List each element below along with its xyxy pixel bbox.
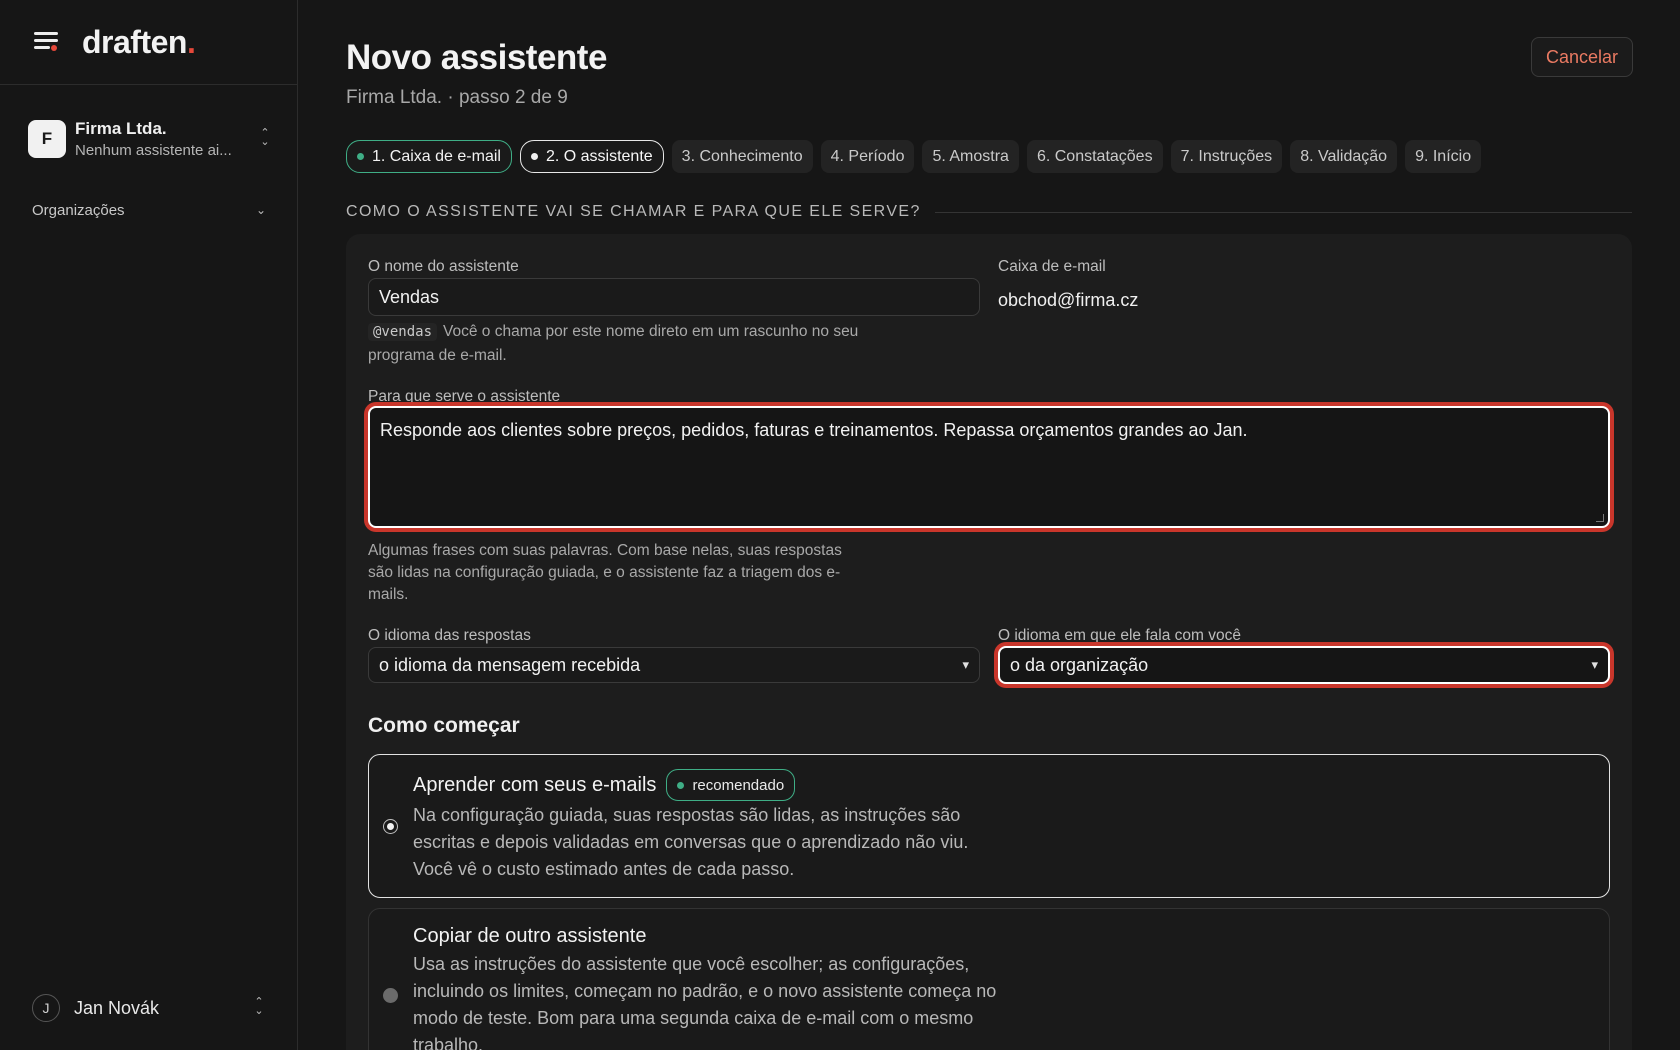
chevron-down-icon: ▾ <box>962 657 969 672</box>
step-4[interactable]: 4. Período <box>820 140 915 173</box>
option-title: Copiar de outro assistente <box>413 925 647 947</box>
sidebar-item-label: Organizações <box>32 201 125 219</box>
sidebar-item-organizations[interactable]: Organizações ⌄ <box>32 198 266 222</box>
talk-language-label: O idioma em que ele fala com você <box>998 627 1241 644</box>
step-9[interactable]: 9. Início <box>1405 140 1482 173</box>
cancel-button[interactable]: Cancelar <box>1530 37 1633 77</box>
org-subtitle: Nenhum assistente ai... <box>75 142 232 159</box>
brand-logo[interactable]: draften. <box>82 24 196 61</box>
chevron-down-icon: ▾ <box>1591 657 1598 672</box>
step-label: 8. Validação <box>1300 147 1388 165</box>
step-label: 3. Conhecimento <box>681 147 803 165</box>
recommended-badge: recomendado <box>666 769 796 801</box>
purpose-label: Para que serve o assistente <box>368 388 561 405</box>
step-2[interactable]: 2. O assistente <box>519 140 664 173</box>
chevron-down-icon: ⌄ <box>255 203 266 217</box>
step-status-dot-icon <box>357 153 364 160</box>
organization-switcher[interactable]: F Firma Ltda. Nenhum assistente ai... ⌃ ⌄ <box>28 114 272 164</box>
name-label: O nome do assistente <box>368 258 519 275</box>
option-learn[interactable]: Aprender com seus e-mails recomendado Na… <box>368 754 1610 898</box>
step-6[interactable]: 6. Constatações <box>1026 140 1163 173</box>
page-title: Novo assistente <box>346 38 607 77</box>
reply-language-label: O idioma das respostas <box>368 627 531 644</box>
handle-code: @vendas <box>368 323 438 341</box>
step-label: 2. O assistente <box>545 147 653 165</box>
section-header: COMO O ASSISTENTE VAI SE CHAMAR E PARA Q… <box>346 203 1632 221</box>
form-card: O nome do assistente Vendas @vendas Você … <box>346 234 1632 1050</box>
mailbox-value: obchod@firma.cz <box>998 290 1139 310</box>
name-help: @vendas Você o chama por este nome direto… <box>368 323 859 364</box>
purpose-textarea[interactable]: Responde aos clientes sobre preços, pedi… <box>368 406 1610 528</box>
step-label: 4. Período <box>830 147 905 165</box>
step-label: 6. Constatações <box>1036 147 1153 165</box>
app-window: draften. F Firma Ltda. Nenhum assistente… <box>0 0 1680 1050</box>
sidebar: draften. F Firma Ltda. Nenhum assistente… <box>0 0 298 1050</box>
radio-copy[interactable] <box>383 988 398 1003</box>
option-description: Na configuração guiada, suas respostas s… <box>413 805 969 879</box>
stepper: 1. Caixa de e-mail 2. O assistente 3. Conh… <box>346 140 1482 173</box>
chevron-up-down-icon: ⌃ ⌄ <box>254 996 264 1017</box>
step-7[interactable]: 7. Instruções <box>1170 140 1283 173</box>
user-menu[interactable]: J Jan Novák ⌃ ⌄ <box>32 993 266 1023</box>
divider <box>934 211 1632 213</box>
org-name: Firma Ltda. <box>75 119 167 138</box>
org-avatar: F <box>28 120 66 158</box>
page-subtitle: Firma Ltda. · passo 2 de 9 <box>346 87 568 108</box>
avatar: J <box>32 994 60 1022</box>
main-content: Novo assistente Firma Ltda. · passo 2 de… <box>298 0 1680 1050</box>
talk-language-select[interactable]: o da organização ▾ <box>998 646 1610 684</box>
name-input[interactable]: Vendas <box>368 278 980 316</box>
purpose-help: Algumas frases com suas palavras. Com ba… <box>368 542 842 603</box>
step-label: 9. Início <box>1415 147 1472 165</box>
sidebar-header: draften. <box>0 0 297 85</box>
chevron-up-down-icon: ⌃ ⌄ <box>260 127 270 148</box>
resize-handle-icon[interactable] <box>1596 514 1604 522</box>
step-5[interactable]: 5. Amostra <box>922 140 1019 173</box>
section-title: COMO O ASSISTENTE VAI SE CHAMAR E PARA Q… <box>346 203 921 220</box>
option-copy[interactable]: Copiar de outro assistente Usa as instru… <box>368 908 1610 1050</box>
start-heading: Como começar <box>368 714 520 737</box>
step-label: 5. Amostra <box>932 147 1009 165</box>
reply-language-select[interactable]: o idioma da mensagem recebida ▾ <box>368 647 980 683</box>
option-description: Usa as instruções do assistente que você… <box>413 954 997 1050</box>
mailbox-label: Caixa de e-mail <box>998 258 1106 275</box>
radio-learn[interactable] <box>383 819 398 834</box>
step-3[interactable]: 3. Conhecimento <box>671 140 813 173</box>
step-label: 7. Instruções <box>1180 147 1273 165</box>
step-label: 1. Caixa de e-mail <box>372 147 501 165</box>
step-status-dot-icon <box>530 153 538 160</box>
option-title: Aprender com seus e-mails recomendado <box>413 769 796 801</box>
step-1[interactable]: 1. Caixa de e-mail <box>346 140 512 173</box>
step-8[interactable]: 8. Validação <box>1290 140 1398 173</box>
menu-icon[interactable] <box>32 27 62 57</box>
user-name: Jan Novák <box>74 997 160 1018</box>
